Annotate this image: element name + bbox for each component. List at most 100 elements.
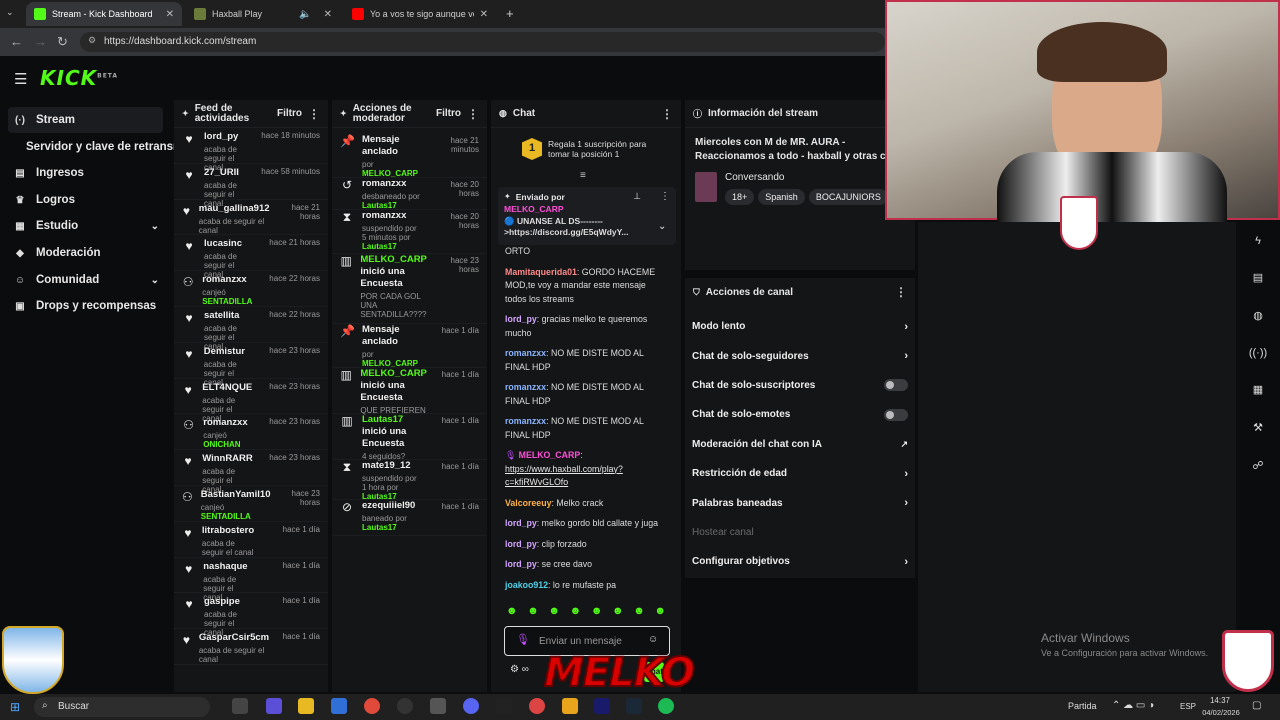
unpin-icon[interactable]: ⊥ xyxy=(633,191,641,202)
mod-action-item[interactable]: ▥ Lautas17 inició una Encuesta 4 seguidos?… xyxy=(332,414,487,461)
obs-icon[interactable] xyxy=(397,698,413,714)
chrome-icon[interactable] xyxy=(364,698,380,714)
feed-username[interactable]: litrabostero xyxy=(202,522,254,536)
emote-icon[interactable]: ☻ xyxy=(506,605,518,617)
chat-username[interactable]: romanzxx xyxy=(505,348,546,358)
feed-item[interactable]: ♥ gaspipe acaba de seguir el canal hace 1 d… xyxy=(174,593,328,637)
gift-sub-text[interactable]: Regala 1 suscripción para tomar la posic… xyxy=(548,139,658,159)
premiere-icon[interactable] xyxy=(594,698,610,714)
url-input[interactable]: https://dashboard.kick.com/stream xyxy=(80,32,885,52)
chat-username[interactable]: lord_py xyxy=(505,539,537,549)
feed-item[interactable]: ♥ litrabostero acaba de seguir el canal hac… xyxy=(174,522,328,558)
channel-action-row[interactable]: Moderación del chat con IA ↗ xyxy=(686,430,914,459)
moderator-name[interactable]: Lautas17 xyxy=(362,242,397,251)
broadcast-icon[interactable]: ((·)) xyxy=(1244,342,1272,366)
forward-icon[interactable]: → xyxy=(34,34,47,49)
kebab-menu-icon[interactable]: ⋮ xyxy=(895,285,907,299)
discord-icon[interactable] xyxy=(463,698,479,714)
wrench-icon[interactable]: ⚒ xyxy=(1244,416,1272,440)
chat-message[interactable]: lord_py: clip forzado xyxy=(491,538,681,552)
windows-start-icon[interactable]: ⊞ xyxy=(10,700,20,714)
mod-username[interactable]: ezequiiiel90 xyxy=(362,500,415,511)
chat-message[interactable]: lord_py: gracias melko te queremos mucho xyxy=(491,313,681,340)
channel-action-row[interactable]: Restricción de edad › xyxy=(686,459,914,488)
settings-icon[interactable]: ⚙ ∞ xyxy=(510,664,529,675)
external-link-icon[interactable]: ↗ xyxy=(900,439,908,450)
emote-icon[interactable]: ☻ xyxy=(654,605,666,617)
channel-action-row[interactable]: Palabras baneadas › xyxy=(686,488,914,517)
feed-username[interactable]: lucasinc xyxy=(204,235,244,249)
mod-username[interactable]: romanzxx xyxy=(362,210,406,221)
emote-icon[interactable]: ☻ xyxy=(633,605,645,617)
chat-username[interactable]: MELKO_CARP xyxy=(519,450,581,460)
toggle-switch[interactable] xyxy=(884,379,908,392)
chat-username[interactable]: Valcoreeuy xyxy=(505,498,551,508)
tab-kick-dashboard[interactable]: Stream - Kick Dashboard ✕ xyxy=(26,2,182,26)
moderator-name[interactable]: MELKO_CARP xyxy=(362,359,418,368)
chat-username[interactable]: lord_py xyxy=(505,518,537,528)
feed-item[interactable]: ♥ ELT4NQUE acaba de seguir el canal hace 23… xyxy=(174,379,328,423)
lightning-icon[interactable]: ϟ xyxy=(1244,230,1272,254)
chevron-right-icon[interactable]: › xyxy=(904,556,908,568)
pinned-text[interactable]: 🔵 UNANSE AL DS-------- >https://discord.… xyxy=(504,216,654,238)
chat-message[interactable]: romanzxx: NO ME DISTE MOD AL FINAL HDP xyxy=(491,347,681,374)
chevron-down-icon[interactable]: ⌄ xyxy=(151,275,159,286)
close-icon[interactable]: ✕ xyxy=(480,9,488,20)
brave-icon[interactable] xyxy=(529,698,545,714)
chevron-right-icon[interactable]: › xyxy=(904,321,908,333)
moderator-name[interactable]: Lautas17 xyxy=(362,201,397,210)
feed-username[interactable]: romanzxx xyxy=(202,271,252,285)
feed-item[interactable]: ♥ WinnRARR acaba de seguir el canal hace 23… xyxy=(174,450,328,494)
chat-message[interactable]: romanzxx: NO ME DISTE MOD AL FINAL HDP xyxy=(491,381,681,408)
chat-username[interactable]: lord_py xyxy=(505,314,537,324)
chevron-down-icon[interactable]: ⌄ xyxy=(151,221,159,232)
channel-action-row[interactable]: Chat de solo-suscriptores xyxy=(686,371,914,400)
emote-icon[interactable]: ☻ xyxy=(612,605,624,617)
channel-action-row[interactable]: Modo lento › xyxy=(686,312,914,341)
mic-icon[interactable]: 🎙 xyxy=(516,633,530,646)
feed-item[interactable]: ♥ lucasinc acaba de seguir el canal hace 21… xyxy=(174,235,328,279)
taskbar-search[interactable]: Buscar xyxy=(34,697,210,717)
people-icon[interactable]: ☍ xyxy=(1244,454,1272,478)
channel-action-row[interactable]: Configurar objetivos › xyxy=(686,547,914,576)
sidebar-item[interactable]: ♛ Logros xyxy=(8,187,163,213)
chevron-right-icon[interactable]: › xyxy=(904,497,908,509)
feed-username[interactable]: romanzxx xyxy=(203,414,247,428)
feed-item[interactable]: ⚇ romanzxx canjeó SENTADILLA hace 22 horas xyxy=(174,271,328,307)
chat-message[interactable]: ORTO xyxy=(491,245,681,259)
sidebar-item[interactable]: ◆ Moderación xyxy=(8,240,163,266)
mod-username[interactable]: MELKO_CARP xyxy=(360,368,426,379)
feed-username[interactable]: ELT4NQUE xyxy=(202,379,252,393)
filter-icon[interactable]: ≡ xyxy=(580,170,586,181)
mod-action-item[interactable]: ▥ MELKO_CARP inició una Encuesta POR CADA … xyxy=(332,254,487,324)
spotify-icon[interactable] xyxy=(658,698,674,714)
channel-action-row[interactable]: Chat de solo-emotes xyxy=(686,400,914,429)
mod-username[interactable]: romanzxx xyxy=(362,178,406,189)
tab-list-icon[interactable]: ⌄ xyxy=(6,7,14,18)
feed-item[interactable]: ♥ 27_URII acaba de seguir el canal hace 58 … xyxy=(174,164,328,208)
mod-action-item[interactable]: 📌 Mensaje anclado por MELKO_CARP hace 21 mi… xyxy=(332,134,487,178)
chat-message[interactable]: Mamitaquerida01: GORDO HACEME MOD,te voy… xyxy=(491,266,681,307)
emoji-icon[interactable]: ☺ xyxy=(648,634,658,645)
mod-action-item[interactable]: 📌 Mensaje anclado por MELKO_CARP hace 1 día xyxy=(332,324,487,368)
category-name[interactable]: Conversando xyxy=(725,172,892,183)
kebab-menu-icon[interactable]: ⋮ xyxy=(467,107,479,121)
app-icon[interactable] xyxy=(562,698,578,714)
feed-username[interactable]: 27_URII xyxy=(204,164,244,178)
back-icon[interactable]: ← xyxy=(10,34,23,49)
mod-action-item[interactable]: ⊘ ezequiiiel90 baneado por Lautas17 hace 1 … xyxy=(332,500,487,536)
feed-username[interactable]: satellita xyxy=(204,307,244,321)
mod-username[interactable]: Lautas17 xyxy=(362,414,403,425)
chat-message[interactable]: romanzxx: NO ME DISTE MOD AL FINAL HDP xyxy=(491,415,681,442)
feed-item[interactable]: ♥ Demistur acaba de seguir el canal hace 23… xyxy=(174,343,328,387)
emote-icon[interactable]: ☻ xyxy=(527,605,539,617)
toggle-switch[interactable] xyxy=(884,408,908,421)
mod-username[interactable]: Mensaje anclado xyxy=(362,324,400,347)
feed-username[interactable]: WinnRARR xyxy=(202,450,253,464)
chat-username[interactable]: lord_py xyxy=(505,559,537,569)
sidebar-item[interactable]: (·) Stream xyxy=(8,107,163,133)
chat-username[interactable]: Mamitaquerida01 xyxy=(505,267,577,277)
kebab-menu-icon[interactable]: ⋮ xyxy=(660,191,670,202)
channel-action-row[interactable]: Chat de solo-seguidores › xyxy=(686,341,914,370)
document-icon[interactable]: ▤ xyxy=(1244,266,1272,290)
